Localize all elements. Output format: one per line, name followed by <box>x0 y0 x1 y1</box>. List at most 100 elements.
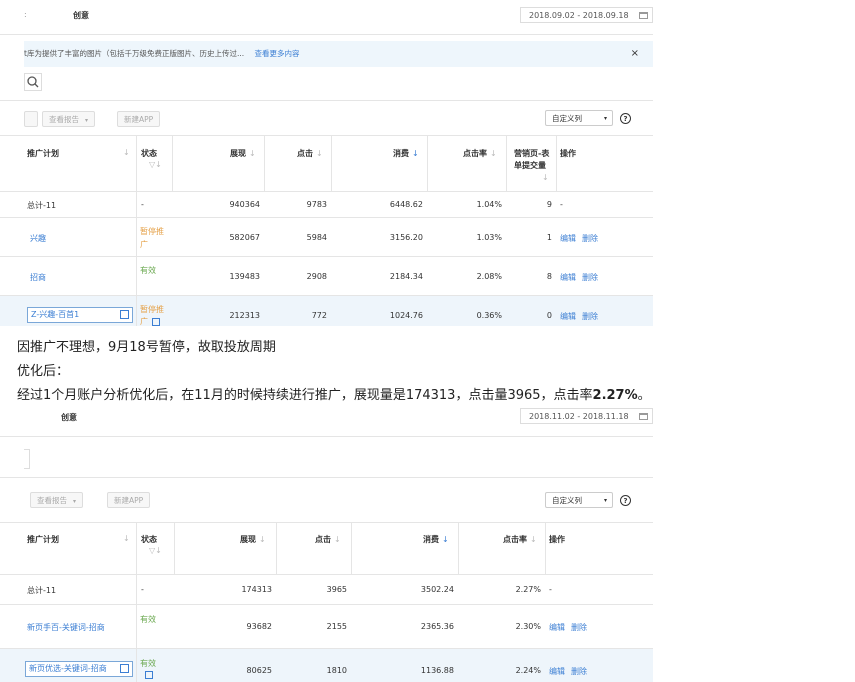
view-report-button[interactable]: 查看报告 ▾ <box>30 492 84 508</box>
col-header-cost[interactable]: 消费 ↓ <box>423 534 449 545</box>
col-header-conversions[interactable]: 营销页-表 单提交量 ↓ <box>514 148 549 184</box>
col-header-impressions[interactable]: 展现 ↓ <box>230 148 256 159</box>
new-app-label: 新建APP <box>124 115 154 124</box>
view-report-button[interactable]: 查看报告 ▾ <box>42 111 96 127</box>
search-box-partial[interactable] <box>24 449 30 469</box>
ctr-value: 2.30% <box>515 622 541 631</box>
play-icon[interactable] <box>145 671 153 679</box>
date-range-picker[interactable]: 2018.11.02 - 2018.11.18 <box>520 408 653 424</box>
col-header-plan-label: 推广计划 <box>27 535 59 544</box>
cost-value: 6448.62 <box>389 200 423 209</box>
col-header-plan[interactable]: 推广计划 <box>27 148 59 159</box>
sort-icon: ↓ <box>259 535 266 544</box>
actions-text: - <box>560 200 563 209</box>
edit-link[interactable]: 编辑 <box>549 623 565 632</box>
col-header-impressions[interactable]: 展现 ↓ <box>240 534 266 545</box>
edit-link[interactable]: 编辑 <box>549 667 565 676</box>
toolbar-button-partial[interactable] <box>24 111 38 127</box>
notice-link[interactable]: 查看更多内容 <box>254 49 299 58</box>
cost-value: 3156.20 <box>389 233 423 242</box>
col-header-clicks-label: 点击 <box>297 149 313 158</box>
plan-name-edit-box[interactable]: Z-兴趣-百首1 <box>27 307 133 323</box>
edit-link[interactable]: 编辑 <box>560 234 576 243</box>
ctr-value: 2.27% <box>515 585 541 594</box>
status-active: 有效 <box>140 659 156 668</box>
cost-value: 2184.34 <box>389 272 423 281</box>
new-app-label: 新建APP <box>114 496 144 505</box>
plan-name-link[interactable]: 招商 <box>30 272 46 283</box>
ctr-value: 2.24% <box>515 666 541 675</box>
col-header-ctr[interactable]: 点击率 ↓ <box>463 148 497 159</box>
plan-name-link[interactable]: 兴趣 <box>30 233 46 244</box>
status-active: 有效 <box>140 615 156 624</box>
custom-columns-label: 自定义列 <box>552 114 582 123</box>
col-header-clicks[interactable]: 点击 ↓ <box>315 534 341 545</box>
caption-line-2: 优化后： <box>17 364 70 379</box>
caption-ctr-highlight: 2.27% <box>592 388 638 403</box>
delete-link[interactable]: 删除 <box>571 623 587 632</box>
date-range-picker[interactable]: 2018.09.02 - 2018.09.18 <box>520 7 653 23</box>
help-icon[interactable]: ? <box>620 495 631 506</box>
sort-active-icon: ↓ <box>412 149 419 158</box>
clicks-value: 1810 <box>326 666 347 675</box>
edit-link[interactable]: 编辑 <box>560 273 576 282</box>
custom-columns-select[interactable]: 自定义列 ▾ <box>545 492 613 508</box>
sort-icon[interactable]: ↓ <box>123 148 130 157</box>
chevron-down-icon: ▾ <box>603 115 607 122</box>
status-text: - <box>141 200 144 209</box>
edit-icon[interactable] <box>120 310 129 319</box>
sort-active-icon: ↓ <box>442 535 449 544</box>
impressions-value: 80625 <box>246 666 272 675</box>
col-header-cost-label: 消费 <box>393 149 409 158</box>
col-header-plan[interactable]: 推广计划 <box>27 534 59 545</box>
plan-name-link[interactable]: 新页手百-关键词-招商 <box>27 622 105 633</box>
screenshot-after: 创意 2018.11.02 - 2018.11.18 查看报告 ▾ 新建APP 自… <box>0 404 653 682</box>
play-icon[interactable] <box>152 318 160 326</box>
caption-line-1: 因推广不理想，9月18号暂停，故取投放周期 <box>17 340 276 355</box>
new-app-button[interactable]: 新建APP <box>117 111 161 127</box>
close-icon[interactable]: × <box>631 41 639 67</box>
col-header-impressions-label: 展现 <box>230 149 246 158</box>
col-header-conversions-label-2: 单提交量 <box>514 161 546 170</box>
chevron-down-icon: ▾ <box>85 117 89 124</box>
status-paused-line2: 广 <box>140 240 148 249</box>
filter-icon[interactable]: ▽↓ <box>149 546 162 555</box>
edit-link[interactable]: 编辑 <box>560 312 576 321</box>
tab-creative[interactable]: 创意 <box>73 10 89 21</box>
sort-icon: ↓ <box>249 149 256 158</box>
cost-value: 1136.88 <box>420 666 454 675</box>
col-header-cost[interactable]: 消费 ↓ <box>393 148 419 159</box>
calendar-icon <box>639 413 648 420</box>
col-header-status[interactable]: 状态 <box>141 534 157 545</box>
edit-icon[interactable] <box>120 664 129 673</box>
screenshot-before: : 创意 2018.09.02 - 2018.09.18 t库为提供了丰富的图片… <box>0 0 653 326</box>
date-range-text: 2018.11.02 - 2018.11.18 <box>529 412 629 421</box>
delete-link[interactable]: 删除 <box>571 667 587 676</box>
clicks-value: 2155 <box>326 622 347 631</box>
help-icon[interactable]: ? <box>620 113 631 124</box>
col-header-clicks[interactable]: 点击 ↓ <box>297 148 323 159</box>
conversions-value: 0 <box>546 311 552 320</box>
conversions-value: 8 <box>546 272 552 281</box>
calendar-icon <box>639 12 648 19</box>
col-header-status[interactable]: 状态 <box>141 148 157 159</box>
search-box[interactable] <box>24 73 42 91</box>
col-header-conversions-label-1: 营销页-表 <box>514 149 550 158</box>
col-header-ctr[interactable]: 点击率 ↓ <box>503 534 537 545</box>
plan-name: 总计-11 <box>27 201 57 210</box>
delete-link[interactable]: 删除 <box>582 312 598 321</box>
col-header-cost-label: 消费 <box>423 535 439 544</box>
col-header-impressions-label: 展现 <box>240 535 256 544</box>
custom-columns-select[interactable]: 自定义列 ▾ <box>545 110 613 126</box>
tab-creative[interactable]: 创意 <box>61 412 77 423</box>
status-paused-line1: 暂停推 <box>140 227 164 236</box>
status-text: - <box>141 585 144 594</box>
clicks-value: 5984 <box>306 233 327 242</box>
impressions-value: 174313 <box>241 585 272 594</box>
delete-link[interactable]: 删除 <box>582 234 598 243</box>
delete-link[interactable]: 删除 <box>582 273 598 282</box>
sort-icon[interactable]: ↓ <box>123 534 130 543</box>
filter-icon[interactable]: ▽↓ <box>149 160 162 169</box>
new-app-button[interactable]: 新建APP <box>107 492 151 508</box>
plan-name-edit-box[interactable]: 新页优选-关键词-招商 <box>25 661 133 677</box>
